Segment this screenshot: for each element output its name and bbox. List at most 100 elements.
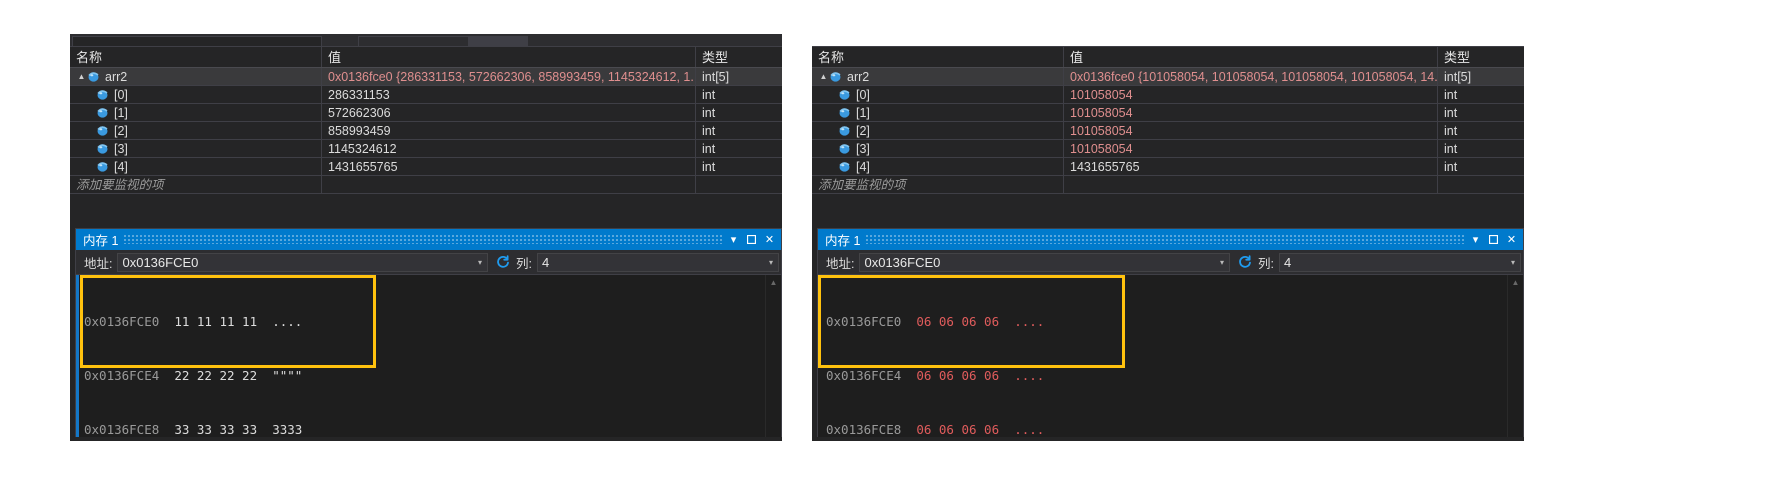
memory-title-bar[interactable]: 内存 1 ▾ ✕: [818, 229, 1523, 250]
watch-cell-value[interactable]: 101058054: [1064, 86, 1438, 103]
chevron-down-icon[interactable]: ▾: [764, 258, 778, 267]
watch-cell-value[interactable]: 101058054: [1064, 104, 1438, 121]
watch-cell-value[interactable]: 572662306: [322, 104, 696, 121]
add-watch-row[interactable]: 添加要监视的项: [812, 176, 1524, 194]
address-input[interactable]: 0x0136FCE0 ▾: [117, 252, 489, 272]
maximize-icon[interactable]: [744, 231, 759, 248]
table-row[interactable]: ▲ arr2 0x0136fce0 {286331153, 572662306,…: [70, 68, 782, 86]
watch-col-type[interactable]: 类型: [696, 47, 782, 67]
watch-col-name[interactable]: 名称: [812, 47, 1064, 67]
table-row[interactable]: [4] 1431655765 int: [812, 158, 1524, 176]
watch-col-type[interactable]: 类型: [1438, 47, 1524, 67]
watch-cell-value[interactable]: 101058054: [1064, 140, 1438, 157]
add-watch-row[interactable]: 添加要监视的项: [70, 176, 782, 194]
memory-lines: 0x0136FCE0 06 06 06 06 .... 0x0136FCE4 0…: [818, 277, 1044, 439]
watch-col-value[interactable]: 值: [1064, 47, 1438, 67]
memory-dump-area[interactable]: 0x0136FCE0 06 06 06 06 .... 0x0136FCE4 0…: [818, 275, 1523, 439]
address-label: 地址:: [826, 256, 855, 271]
watch-cell-value[interactable]: 1431655765: [1064, 158, 1438, 175]
address-label: 地址:: [84, 256, 113, 271]
table-row[interactable]: [2] 101058054 int: [812, 122, 1524, 140]
watch-cell-value[interactable]: 0x0136fce0 {101058054, 101058054, 101058…: [1064, 68, 1438, 85]
table-row[interactable]: [2] 858993459 int: [70, 122, 782, 140]
watch-name-text: [3]: [114, 141, 128, 156]
memory-window-title: 内存 1: [83, 234, 119, 248]
watch-cell-type: int: [702, 88, 716, 102]
maximize-icon[interactable]: [1486, 231, 1501, 248]
columns-select[interactable]: 4 ▾: [1279, 252, 1521, 272]
watch-cell-value[interactable]: 0x0136fce0 {286331153, 572662306, 858993…: [322, 68, 696, 85]
memory-toolbar: 地址: 0x0136FCE0 ▾ 列: 4 ▾: [818, 250, 1523, 275]
watch-cell-name: [2]: [812, 122, 1064, 139]
table-row[interactable]: [3] 1145324612 int: [70, 140, 782, 158]
add-watch-placeholder[interactable]: 添加要监视的项: [812, 176, 1064, 193]
window-drag-handle[interactable]: [124, 235, 723, 244]
close-icon[interactable]: ✕: [762, 231, 777, 248]
columns-select[interactable]: 4 ▾: [537, 252, 779, 272]
panel-bottom-strip: [70, 437, 782, 441]
watch-name-text: [2]: [114, 123, 128, 138]
watch-col-value[interactable]: 值: [322, 47, 696, 67]
expander-collapse-icon[interactable]: ▲: [76, 68, 87, 85]
columns-value: 4: [1284, 254, 1292, 270]
variable-bubble-icon: [829, 70, 842, 83]
variable-bubble-icon: [838, 106, 851, 119]
table-row[interactable]: [3] 101058054 int: [812, 140, 1524, 158]
refresh-icon[interactable]: [1234, 252, 1256, 272]
watch-cell-name: [0]: [812, 86, 1064, 103]
memory-address: 0x0136FCE0: [84, 314, 160, 329]
table-row[interactable]: [4] 1431655765 int: [70, 158, 782, 176]
watch-cell-type: int: [1444, 88, 1458, 102]
watch-name-text: arr2: [105, 69, 128, 84]
columns-label: 列:: [1258, 256, 1274, 271]
chevron-down-icon[interactable]: ▾: [1468, 231, 1483, 248]
watch-cell-name: ▲ arr2: [70, 68, 322, 85]
memory-line: 0x0136FCE4 06 06 06 06 ....: [826, 367, 1044, 385]
scroll-up-arrow-icon[interactable]: ▲: [1508, 275, 1523, 289]
memory-window-left: 内存 1 ▾ ✕ 地址: 0x0136FCE0 ▾ 列: 4 ▾ 0x0136F…: [75, 228, 782, 440]
watch-cell-value[interactable]: 1145324612: [322, 140, 696, 157]
watch-cell-name: [3]: [812, 140, 1064, 157]
close-icon[interactable]: ✕: [1504, 231, 1519, 248]
refresh-icon[interactable]: [492, 252, 514, 272]
columns-label: 列:: [516, 256, 532, 271]
watch-cell-name: [4]: [70, 158, 322, 175]
watch-name-text: [0]: [856, 87, 870, 102]
watch-name-text: [1]: [114, 105, 128, 120]
watch-cell-type: int: [1444, 124, 1458, 138]
add-watch-placeholder[interactable]: 添加要监视的项: [70, 176, 322, 193]
memory-hex: 11 11 11 11: [174, 314, 258, 329]
chevron-down-icon[interactable]: ▾: [726, 231, 741, 248]
memory-vertical-scrollbar[interactable]: ▲: [1507, 275, 1523, 439]
table-row[interactable]: [0] 101058054 int: [812, 86, 1524, 104]
watch-cell-value[interactable]: 286331153: [322, 86, 696, 103]
memory-hex: 22 22 22 22: [174, 368, 258, 383]
watch-col-name[interactable]: 名称: [70, 47, 322, 67]
watch-cell-name: ▲ arr2: [812, 68, 1064, 85]
watch-cell-value[interactable]: 858993459: [322, 122, 696, 139]
watch-cell-value[interactable]: 101058054: [1064, 122, 1438, 139]
variable-bubble-icon: [838, 142, 851, 155]
chevron-down-icon[interactable]: ▾: [473, 258, 487, 267]
table-row[interactable]: [1] 101058054 int: [812, 104, 1524, 122]
variable-bubble-icon: [838, 88, 851, 101]
memory-dump-area[interactable]: 0x0136FCE0 11 11 11 11 .... 0x0136FCE4 2…: [76, 275, 781, 439]
watch-cell-value[interactable]: 1431655765: [322, 158, 696, 175]
watch-cell-name: [1]: [70, 104, 322, 121]
window-drag-handle[interactable]: [866, 235, 1465, 244]
columns-value: 4: [542, 254, 550, 270]
memory-vertical-scrollbar[interactable]: ▲: [765, 275, 781, 439]
table-row[interactable]: [1] 572662306 int: [70, 104, 782, 122]
chevron-down-icon[interactable]: ▾: [1506, 258, 1520, 267]
expander-collapse-icon[interactable]: ▲: [818, 68, 829, 85]
memory-ascii: ....: [1014, 368, 1045, 383]
scroll-up-arrow-icon[interactable]: ▲: [766, 275, 781, 289]
watch-cell-type: int: [702, 106, 716, 120]
memory-address: 0x0136FCE8: [826, 422, 902, 437]
chevron-down-icon[interactable]: ▾: [1215, 258, 1229, 267]
table-row[interactable]: ▲ arr2 0x0136fce0 {101058054, 101058054,…: [812, 68, 1524, 86]
address-input[interactable]: 0x0136FCE0 ▾: [859, 252, 1231, 272]
memory-toolbar: 地址: 0x0136FCE0 ▾ 列: 4 ▾: [76, 250, 781, 275]
memory-title-bar[interactable]: 内存 1 ▾ ✕: [76, 229, 781, 250]
table-row[interactable]: [0] 286331153 int: [70, 86, 782, 104]
